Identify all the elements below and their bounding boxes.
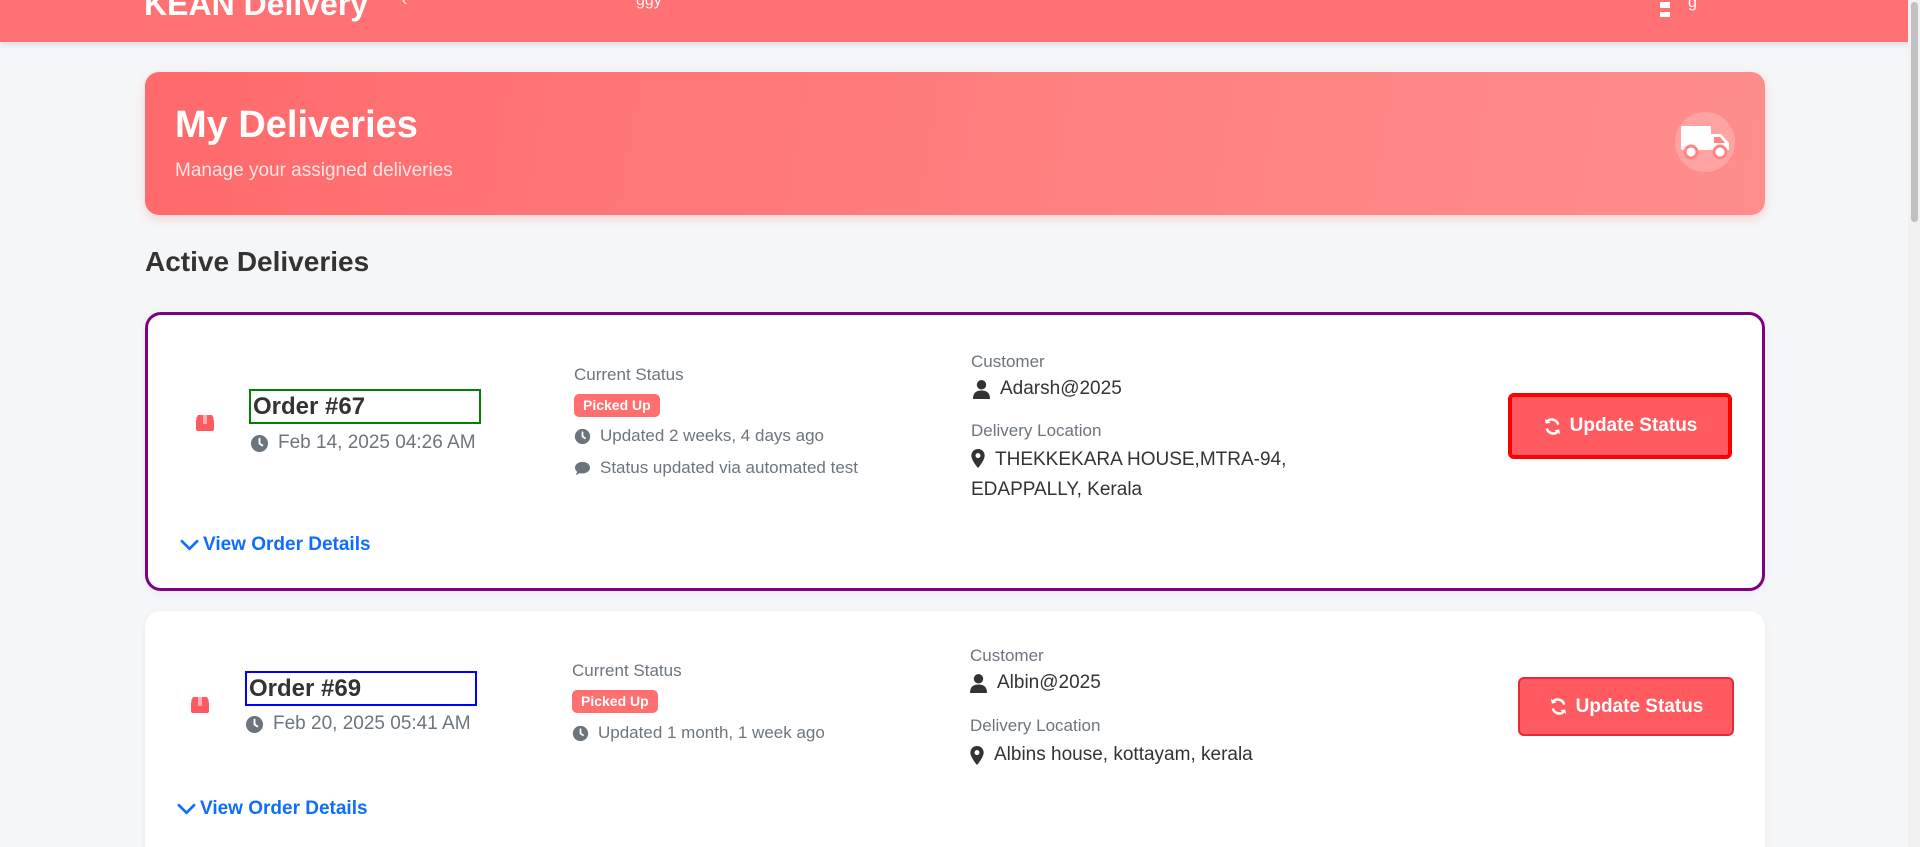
- order-title: Order #69: [245, 671, 477, 706]
- page-title: My Deliveries: [175, 104, 418, 146]
- delivery-location-text: THEKKEKARA HOUSE,MTRA-94, EDAPPALLY, Ker…: [971, 449, 1287, 500]
- comment-icon: [575, 461, 590, 475]
- user-menu-fragment[interactable]: g: [1688, 0, 1697, 12]
- map-marker-icon: [970, 745, 984, 765]
- hero-banner: My Deliveries Manage your assigned deliv…: [145, 72, 1765, 215]
- user-icon: [970, 673, 987, 693]
- clock-icon: [574, 428, 591, 444]
- user-icon: [973, 379, 990, 399]
- status-updated-text: Updated 1 month, 1 week ago: [598, 723, 825, 742]
- page-scrollbar[interactable]: [1908, 0, 1920, 847]
- chevron-down-icon: [180, 539, 199, 551]
- nav-item-fragment[interactable]: ‹: [402, 0, 407, 9]
- customer-name-text: Adarsh@2025: [1000, 378, 1122, 399]
- customer-name: Albin@2025: [970, 672, 1101, 694]
- map-marker-icon: [971, 449, 985, 468]
- clock-icon: [245, 715, 264, 733]
- status-label: Current Status: [572, 661, 682, 680]
- customer-label: Customer: [971, 352, 1045, 371]
- delivery-location-text: Albins house, kottayam, kerala: [994, 744, 1253, 765]
- view-order-details-label: View Order Details: [203, 534, 371, 555]
- customer-name-text: Albin@2025: [997, 672, 1101, 693]
- delivery-location: THEKKEKARA HOUSE,MTRA-94, EDAPPALLY, Ker…: [971, 445, 1311, 505]
- view-order-details-link[interactable]: View Order Details: [177, 798, 368, 820]
- status-label: Current Status: [574, 365, 684, 384]
- brand-logo[interactable]: KEAN Delivery: [144, 0, 368, 24]
- order-date: Feb 20, 2025 05:41 AM: [245, 713, 471, 735]
- update-status-label: Update Status: [1575, 695, 1704, 717]
- delivery-location: Albins house, kottayam, kerala: [970, 744, 1253, 766]
- view-order-details-label: View Order Details: [200, 798, 368, 819]
- user-icon[interactable]: [1660, 2, 1670, 17]
- status-updated: Updated 2 weeks, 4 days ago: [574, 426, 824, 446]
- sync-icon: [1544, 417, 1560, 435]
- chevron-down-icon: [177, 803, 196, 815]
- customer-name: Adarsh@2025: [973, 378, 1122, 400]
- status-badge: Picked Up: [574, 394, 660, 417]
- truck-icon: [1675, 112, 1735, 172]
- customer-label: Customer: [970, 646, 1044, 665]
- scrollbar-thumb[interactable]: [1911, 2, 1918, 222]
- order-title: Order #67: [249, 389, 481, 424]
- status-badge: Picked Up: [572, 690, 658, 713]
- nav-item-fragment[interactable]: ggy: [636, 0, 662, 9]
- delivery-card: Order #69 Feb 20, 2025 05:41 AM Current …: [145, 611, 1765, 847]
- update-status-button[interactable]: Update Status: [1518, 677, 1734, 736]
- location-label: Delivery Location: [971, 421, 1102, 440]
- order-date-text: Feb 14, 2025 04:26 AM: [278, 432, 476, 453]
- order-date: Feb 14, 2025 04:26 AM: [250, 432, 476, 454]
- clock-icon: [250, 434, 269, 452]
- status-updated: Updated 1 month, 1 week ago: [572, 723, 825, 743]
- package-icon: [190, 696, 210, 714]
- page-subtitle: Manage your assigned deliveries: [175, 160, 453, 181]
- order-date-text: Feb 20, 2025 05:41 AM: [273, 713, 471, 734]
- section-title-active-deliveries: Active Deliveries: [145, 246, 370, 277]
- status-updated-text: Updated 2 weeks, 4 days ago: [600, 426, 824, 445]
- status-note-text: Status updated via automated test: [600, 458, 859, 477]
- top-navbar: KEAN Delivery ‹ ggy g: [0, 0, 1920, 42]
- sync-icon: [1550, 698, 1566, 715]
- update-status-label: Update Status: [1569, 415, 1698, 436]
- package-icon: [195, 414, 215, 432]
- clock-icon: [572, 725, 589, 741]
- status-note: Status updated via automated test: [574, 458, 858, 478]
- delivery-card: Order #67 Feb 14, 2025 04:26 AM Current …: [145, 312, 1765, 591]
- view-order-details-link[interactable]: View Order Details: [180, 534, 371, 556]
- location-label: Delivery Location: [970, 716, 1101, 735]
- update-status-button[interactable]: Update Status: [1508, 393, 1732, 459]
